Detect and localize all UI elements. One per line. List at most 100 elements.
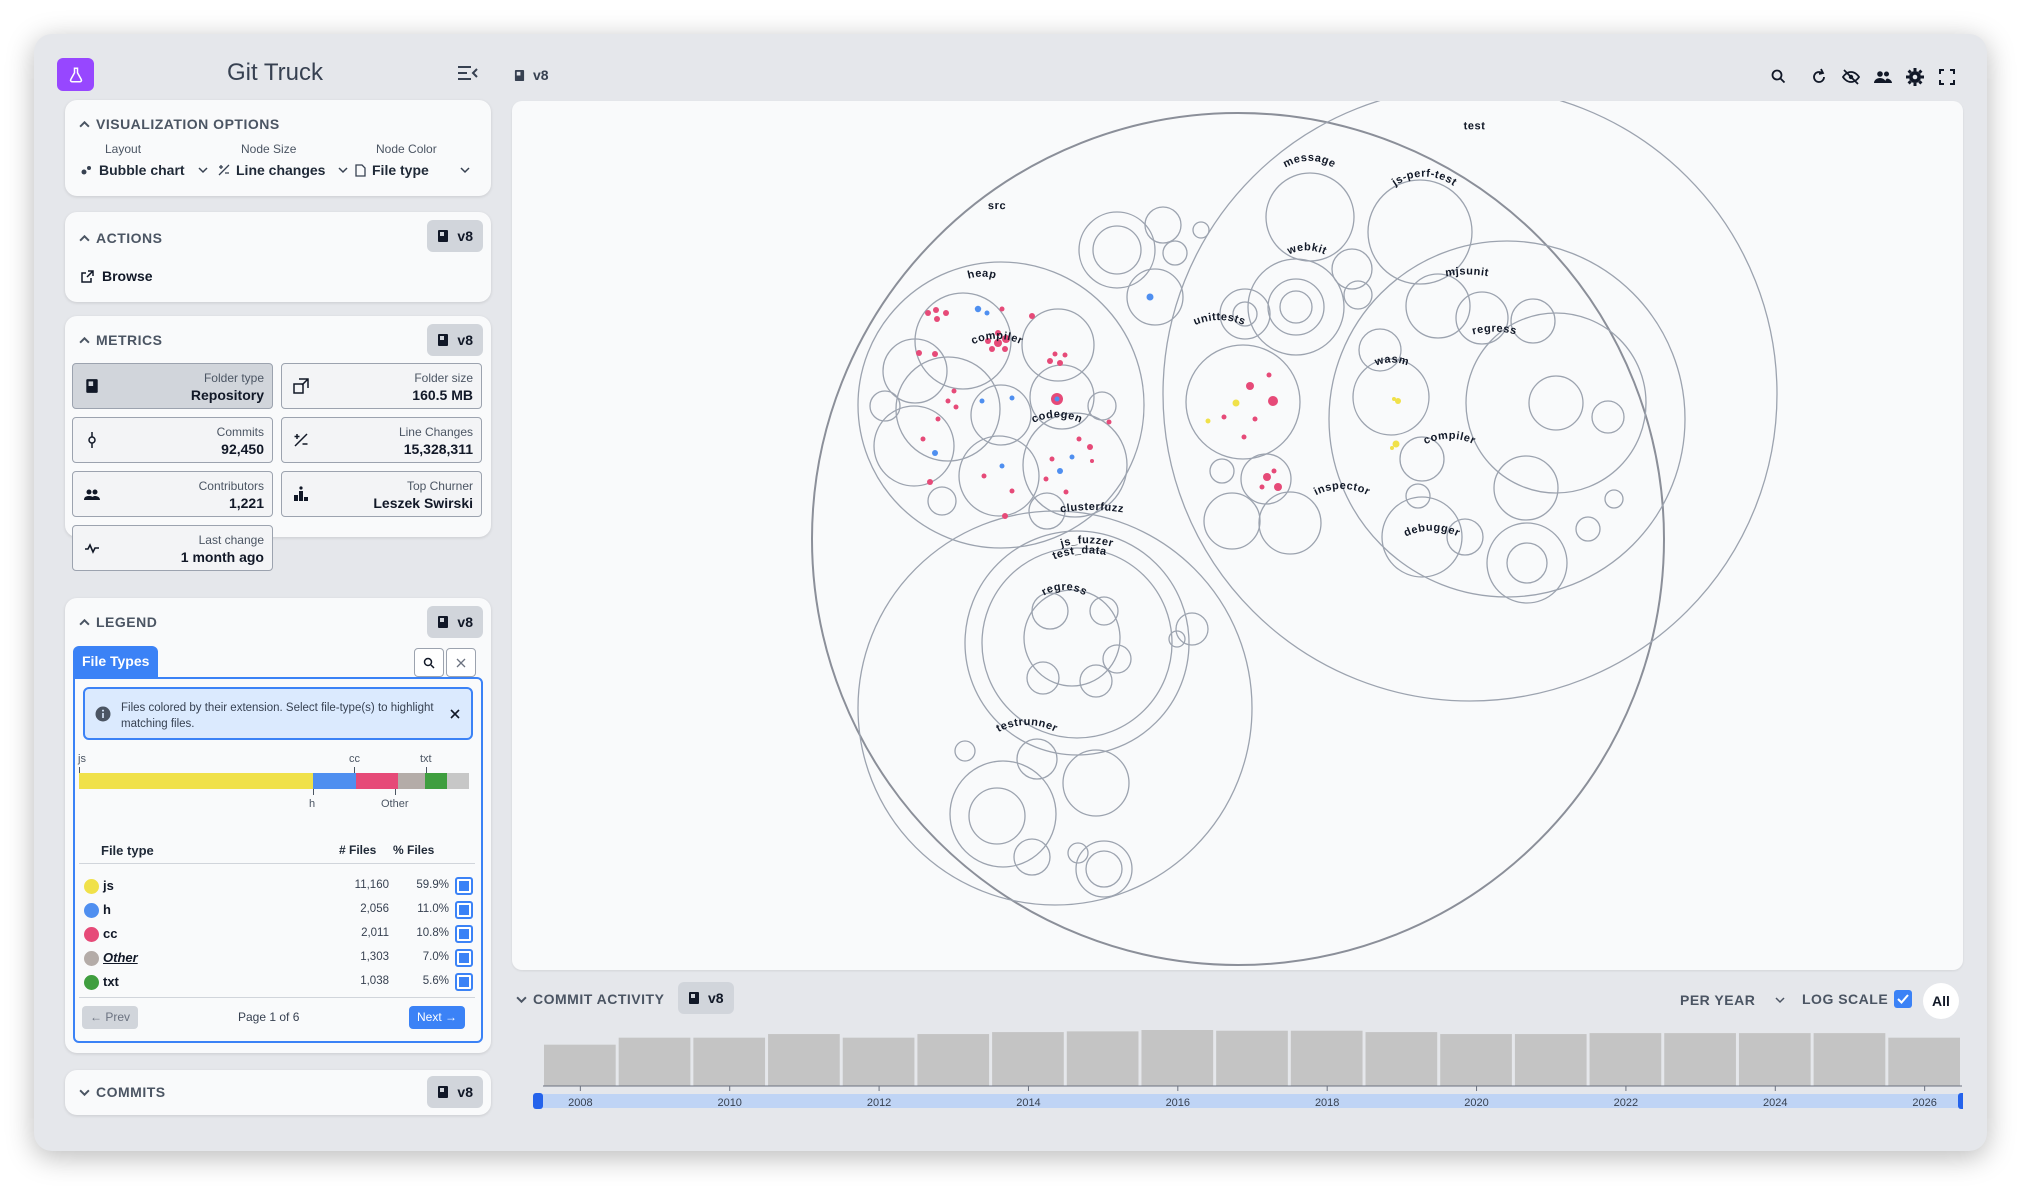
distribution-segment[interactable] [446, 773, 469, 789]
file-type-checkbox[interactable] [455, 877, 473, 895]
log-scale-checkbox[interactable] [1894, 990, 1912, 1008]
distribution-segment[interactable] [312, 773, 356, 789]
distribution-segment[interactable] [424, 773, 447, 789]
metric-last-change[interactable]: Last change 1 month ago [72, 525, 273, 571]
activity-bar[interactable] [992, 1032, 1064, 1086]
metric-folder-type[interactable]: Folder type Repository [72, 363, 273, 409]
breadcrumb[interactable]: v8 [514, 67, 549, 83]
file-type-checkbox[interactable] [455, 949, 473, 967]
metric-contributors[interactable]: Contributors 1,221 [72, 471, 273, 517]
activity-bar[interactable] [693, 1037, 766, 1086]
activity-bar[interactable] [544, 1044, 616, 1086]
search-icon[interactable] [1769, 67, 1789, 87]
file-type-row[interactable]: h 2,056 11.0% [75, 898, 481, 922]
activity-bar[interactable] [1216, 1030, 1288, 1086]
time-range-brush[interactable] [533, 1094, 1963, 1108]
commit-activity-header[interactable]: COMMIT ACTIVITY [516, 991, 664, 1007]
bubble-label: test_data [1051, 544, 1108, 562]
bubble-label: testrunner [994, 716, 1059, 735]
eye-off-icon[interactable] [1841, 67, 1861, 87]
app-logo[interactable] [57, 58, 94, 91]
file-type-row[interactable]: js 11,160 59.9% [75, 874, 481, 898]
all-range-button[interactable]: All [1923, 983, 1959, 1019]
bubble-label: regress [1040, 581, 1090, 598]
file-type-checkbox[interactable] [455, 901, 473, 919]
activity-bar[interactable] [1888, 1037, 1960, 1086]
metric-top-churner[interactable]: Top Churner Leszek Swirski [281, 471, 482, 517]
fullscreen-icon[interactable] [1937, 67, 1957, 87]
close-icon[interactable] [449, 708, 461, 720]
file-type-name[interactable]: Other [103, 950, 138, 965]
brush-handle[interactable] [1958, 1093, 1963, 1109]
file-type-checkbox[interactable] [455, 925, 473, 943]
bubble-label: unittests [1192, 311, 1247, 328]
activity-bar[interactable] [842, 1037, 915, 1086]
plus-minus-icon [294, 433, 308, 447]
activity-bar[interactable] [618, 1037, 691, 1086]
legend-panel: LEGEND v8 File Types Files colored by th… [65, 598, 491, 1053]
browse-button[interactable]: Browse [81, 268, 153, 284]
activity-bar[interactable] [1514, 1034, 1587, 1086]
bubble-chart[interactable]: v8 test message js-perf-test webkit mjsu… [512, 86, 1963, 970]
commit-activity-chart[interactable]: 2008 2010 2012 2014 2016 2018 2020 2022 2024 2026 [504, 1024, 1963, 1128]
chevron-down-icon [338, 167, 348, 174]
actions-header[interactable]: ACTIONS [79, 230, 163, 246]
chevron-up-icon [79, 618, 90, 625]
activity-bar[interactable] [1141, 1030, 1214, 1086]
metric-line-changes[interactable]: Line Changes 15,328,311 [281, 417, 482, 463]
legend-close-button[interactable] [446, 648, 476, 677]
legend-scope-chip: v8 [427, 606, 483, 638]
gear-icon[interactable] [1905, 67, 1925, 87]
metric-folder-size[interactable]: Folder size 160.5 MB [281, 363, 482, 409]
podium-icon [294, 486, 308, 501]
node-size-select[interactable]: Line changes [218, 162, 349, 178]
distribution-segment[interactable] [79, 773, 313, 789]
layout-select[interactable]: Bubble chart [81, 162, 209, 178]
visualization-options-header[interactable]: VISUALIZATION OPTIONS [79, 116, 280, 132]
metric-label: Folder type [203, 371, 264, 385]
activity-bar[interactable] [917, 1034, 990, 1086]
x-tick-label: 2014 [1016, 1097, 1040, 1109]
activity-bar[interactable] [1664, 1033, 1736, 1086]
flask-icon [69, 67, 82, 82]
distribution-segment[interactable] [397, 773, 425, 789]
file-pct: 5.6% [422, 975, 449, 987]
file-type-row[interactable]: Other 1,303 7.0% [75, 946, 481, 970]
people-icon[interactable] [1873, 67, 1893, 87]
distribution-segment[interactable] [355, 773, 398, 789]
brush-handle[interactable] [533, 1093, 543, 1109]
actions-scope-label: v8 [457, 228, 473, 244]
activity-bar[interactable] [1066, 1031, 1139, 1086]
bubble-label: codegen [1030, 409, 1084, 426]
file-types-panel: Files colored by their extension. Select… [73, 677, 483, 1043]
file-type-name: js [103, 878, 114, 893]
legend-search-button[interactable] [414, 648, 444, 677]
legend-header[interactable]: LEGEND [79, 614, 157, 630]
metric-commits[interactable]: Commits 92,450 [72, 417, 273, 463]
activity-bar[interactable] [1440, 1034, 1512, 1086]
file-type-distribution-bar[interactable] [79, 773, 469, 789]
commits-header[interactable]: COMMITS [79, 1084, 166, 1100]
next-page-button[interactable]: Next → [409, 1006, 466, 1029]
file-type-checkbox[interactable] [455, 973, 473, 991]
file-type-row[interactable]: cc 2,011 10.8% [75, 922, 481, 946]
metrics-scope-chip: v8 [427, 324, 483, 356]
node-color-select[interactable]: File type [355, 162, 471, 178]
activity-bar[interactable] [1738, 1033, 1811, 1086]
visualization-canvas[interactable]: v8 test message js-perf-test webkit mjsu… [512, 86, 1963, 970]
files-pct-header: % Files [393, 843, 435, 857]
metrics-header[interactable]: METRICS [79, 332, 163, 348]
file-type-row[interactable]: txt 1,038 5.6% [75, 970, 481, 994]
metric-label: Last change [198, 533, 264, 547]
metric-label: Top Churner [406, 479, 473, 493]
activity-bar[interactable] [1589, 1033, 1662, 1086]
activity-bar[interactable] [1813, 1033, 1886, 1086]
activity-bar[interactable] [1290, 1030, 1363, 1086]
activity-bar[interactable] [768, 1034, 840, 1086]
period-value: PER YEAR [1680, 992, 1756, 1008]
refresh-icon[interactable] [1809, 67, 1829, 87]
activity-bar[interactable] [1365, 1032, 1438, 1086]
prev-page-button[interactable]: ← Prev [82, 1006, 139, 1029]
collapse-sidebar-button[interactable] [457, 64, 481, 84]
tab-file-types[interactable]: File Types [73, 646, 159, 677]
